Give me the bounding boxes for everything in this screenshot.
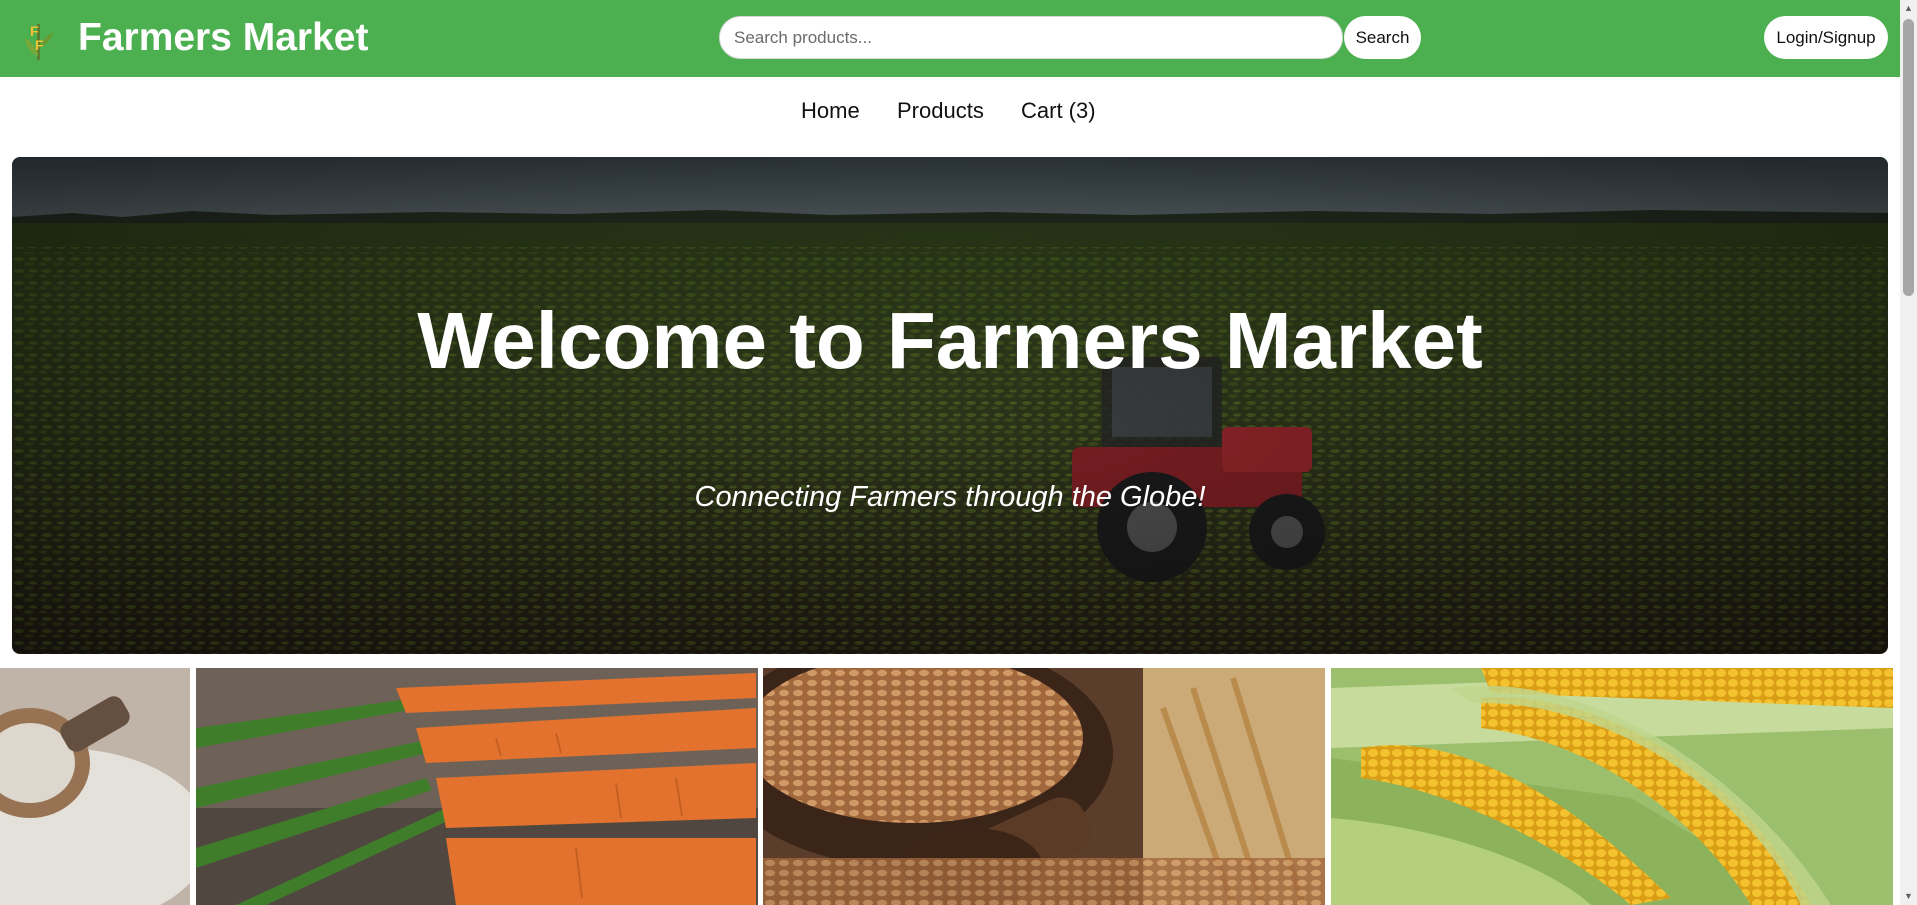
- nav-home-link[interactable]: Home: [801, 96, 860, 126]
- main-nav: Home Products Cart (3): [0, 77, 1900, 157]
- hero-banner: Welcome to Farmers Market Connecting Far…: [12, 157, 1888, 654]
- scrollbar-thumb[interactable]: [1903, 19, 1914, 296]
- scroll-down-arrow-icon[interactable]: ▼: [1900, 888, 1917, 905]
- product-image-strip: [0, 668, 1900, 905]
- scroll-up-arrow-icon[interactable]: ▲: [1900, 0, 1917, 17]
- wheat-grains-bowl-photo[interactable]: [763, 668, 1325, 905]
- search-input[interactable]: [719, 16, 1343, 59]
- top-bar: F F Farmers Market Search Login/Signup: [0, 0, 1900, 77]
- search-button[interactable]: Search: [1344, 16, 1421, 59]
- svg-text:F: F: [35, 37, 44, 53]
- carrots-photo[interactable]: [196, 668, 758, 905]
- page-scrollbar[interactable]: ▲ ▼: [1900, 0, 1917, 905]
- flour-with-scoop-photo[interactable]: [0, 668, 190, 905]
- nav-cart-link[interactable]: Cart (3): [1021, 96, 1096, 126]
- brand-title[interactable]: Farmers Market: [78, 16, 368, 60]
- corn-cobs-photo[interactable]: [1331, 668, 1893, 905]
- tractor-in-green-field-photo: [12, 157, 1888, 654]
- nav-products-link[interactable]: Products: [897, 96, 984, 126]
- login-signup-button[interactable]: Login/Signup: [1764, 16, 1888, 59]
- hero-title: Welcome to Farmers Market: [417, 296, 1483, 385]
- corn-stalk-logo-icon[interactable]: F F: [22, 18, 56, 62]
- hero-subtitle: Connecting Farmers through the Globe!: [694, 481, 1206, 513]
